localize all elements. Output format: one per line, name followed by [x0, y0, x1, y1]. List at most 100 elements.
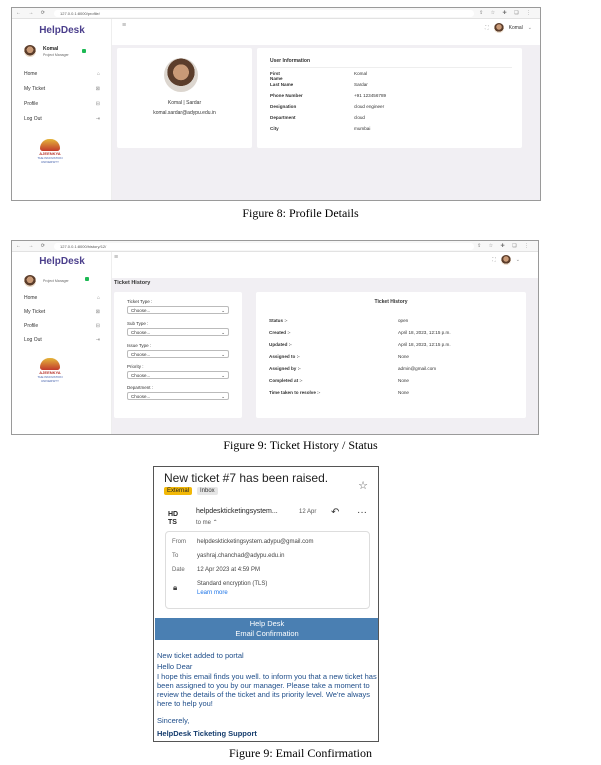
filter-card: Ticket Type : Choose... ⌄ Sub Type : Choose…	[114, 292, 242, 418]
sub-type-field: Sub Type : Choose... ⌄	[127, 321, 229, 336]
sidebar-item-label: My Ticket	[24, 309, 46, 315]
brand-logo[interactable]: HelpDesk	[12, 256, 112, 267]
from-label: From	[172, 539, 186, 545]
history-value: None	[398, 378, 409, 383]
sidebar-item-label: Log Out	[24, 337, 42, 343]
ticket-type-select[interactable]: Choose... ⌄	[127, 306, 229, 314]
brand-logo[interactable]: HelpDesk	[12, 25, 112, 36]
priority-select[interactable]: Choose... ⌄	[127, 371, 229, 379]
external-badge[interactable]: External	[164, 487, 193, 495]
department-select[interactable]: Choose... ⌄	[127, 392, 229, 400]
sidebar-item-profile[interactable]: Profile ⊟	[24, 101, 100, 116]
email-details-panel: From helpdeskticketingsystem.adypu@gmail…	[165, 531, 370, 609]
logout-icon: ⇥	[95, 116, 100, 122]
sidebar-item-logout[interactable]: Log Out ⇥	[24, 337, 100, 351]
email-sincerely: Sincerely,	[157, 716, 190, 725]
sidebar-item-label: Profile	[24, 101, 39, 107]
history-value: None	[398, 390, 409, 395]
email-line-1: New ticket added to portal	[157, 651, 244, 660]
browser-toolbar: ← → ⟳ 127.0.0.1:8000/profile/ ⇪ ☆ ✚ ❏ ⋮	[12, 8, 540, 19]
sidebar-item-my-ticket[interactable]: My Ticket ⊠	[24, 309, 100, 323]
ticket-history-card: Ticket History Status :- open Created :- A…	[256, 292, 526, 418]
field-label: Ticket Type :	[127, 299, 153, 304]
to-label: To	[172, 553, 179, 559]
profile-email: komal.sardar@adypu.edu.in	[153, 110, 216, 116]
chevron-down-icon: ⌄	[221, 352, 225, 357]
more-options-icon[interactable]: ···	[357, 507, 367, 518]
browser-nav-icons[interactable]: ← → ⟳	[12, 243, 48, 249]
browser-tools-icons[interactable]: ⇪ ☆ ✚ ❏ ⋮	[477, 243, 532, 249]
chevron-down-icon: ⌄	[221, 394, 225, 399]
history-key: Completed at :-	[269, 378, 303, 383]
history-key: Assigned by :-	[269, 366, 301, 371]
sidebar-item-logout[interactable]: Log Out ⇥	[24, 116, 100, 131]
logout-icon: ⇥	[95, 337, 100, 343]
header-user[interactable]: ⛶ Komal ⌄	[485, 23, 532, 33]
avatar	[500, 255, 511, 265]
learn-more-link[interactable]: Learn more	[197, 590, 228, 596]
history-key: Status :-	[269, 318, 288, 323]
date-value: 12 Apr 2023 at 4:59 PM	[197, 567, 261, 573]
expand-icon[interactable]: ⛶	[485, 25, 489, 31]
issue-type-select[interactable]: Choose... ⌄	[127, 350, 229, 358]
crest-icon	[40, 139, 60, 151]
banner-subtitle: Email Confirmation	[235, 629, 299, 638]
online-status-icon	[85, 277, 89, 281]
sidebar: HelpDesk Komal Project Manager Home ⌂ My …	[12, 19, 112, 200]
avatar	[493, 23, 504, 33]
menu-toggle-icon[interactable]: ≡	[114, 254, 118, 261]
reply-icon[interactable]: ↶	[331, 507, 339, 518]
sidebar-item-profile[interactable]: Profile ⊟	[24, 323, 100, 337]
menu-toggle-icon[interactable]: ≡	[122, 22, 126, 29]
inbox-badge[interactable]: Inbox	[197, 487, 218, 495]
sidebar-user-name: Komal	[43, 46, 59, 52]
from-value: helpdeskticketingsystem.adypu@gmail.com	[197, 539, 314, 545]
sidebar-item-home[interactable]: Home ⌂	[24, 71, 100, 86]
figure-caption: Figure 9: Email Confirmation	[229, 746, 372, 760]
user-info-title: User Information	[270, 58, 311, 64]
info-value: cloud	[354, 115, 365, 120]
field-label: Priority :	[127, 364, 144, 369]
home-icon: ⌂	[96, 71, 100, 77]
profile-photo	[164, 58, 198, 92]
page-title: Ticket History	[114, 280, 151, 286]
email-subject: New ticket #7 has been raised.	[164, 471, 329, 485]
lock-icon: 🔒︎	[173, 583, 178, 592]
priority-field: Priority : Choose... ⌄	[127, 364, 229, 379]
sender-initials-top: HD	[168, 511, 179, 518]
info-key: Department	[270, 115, 296, 120]
field-label: Issue Type :	[127, 343, 152, 348]
address-bar[interactable]: 127.0.0.1:8000/profile/	[54, 10, 474, 17]
history-value: April 18, 2023, 12:15 p.m.	[398, 330, 451, 335]
star-icon[interactable]: ☆	[358, 479, 368, 492]
user-info-card: User Information First Name Komal Last Na…	[257, 48, 522, 148]
email-banner: Help Desk Email Confirmation	[155, 618, 378, 640]
header-user[interactable]: ⛶ ⌄	[492, 255, 520, 265]
profile-screenshot: ← → ⟳ 127.0.0.1:8000/profile/ ⇪ ☆ ✚ ❏ ⋮ …	[11, 7, 541, 201]
sidebar-user-role: Project Manager	[43, 279, 69, 283]
sidebar-menu: Home ⌂ My Ticket ⊠ Profile ⊟ Log Out ⇥	[24, 71, 100, 131]
info-key: Designation	[270, 104, 297, 109]
expand-icon[interactable]: ⛶	[492, 257, 496, 263]
sidebar-item-home[interactable]: Home ⌂	[24, 295, 100, 309]
recipient-toggle[interactable]: to me ⌃	[196, 519, 218, 526]
sidebar-item-my-ticket[interactable]: My Ticket ⊠	[24, 86, 100, 101]
select-value: Choose...	[131, 330, 151, 335]
university-logo: AJEENKYA THE INNOVATION UNIVERSITY	[32, 358, 68, 383]
info-value: Komal	[354, 71, 368, 76]
issue-type-field: Issue Type : Choose... ⌄	[127, 343, 229, 358]
ticket-type-field: Ticket Type : Choose... ⌄	[127, 299, 229, 314]
banner-title: Help Desk	[249, 619, 285, 628]
email-greeting: Hello Dear	[157, 662, 193, 671]
browser-nav-icons[interactable]: ← → ⟳	[12, 10, 48, 16]
encryption-text: Standard encryption (TLS)	[197, 581, 268, 587]
sub-type-select[interactable]: Choose... ⌄	[127, 328, 229, 336]
info-value: Sardar	[354, 82, 368, 87]
address-bar[interactable]: 127.0.0.1:8000/history/12/	[54, 243, 474, 250]
email-screenshot: New ticket #7 has been raised. External …	[153, 466, 379, 742]
home-icon: ⌂	[96, 295, 100, 301]
profile-card: Komal | Sardar komal.sardar@adypu.edu.in	[117, 48, 252, 148]
university-logo: AJEENKYA THE INNOVATION UNIVERSITY	[32, 139, 68, 164]
to-value: yashraj.chanchad@adypu.edu.in	[197, 553, 285, 559]
browser-tools-icons[interactable]: ⇪ ☆ ✚ ❏ ⋮	[479, 10, 534, 16]
